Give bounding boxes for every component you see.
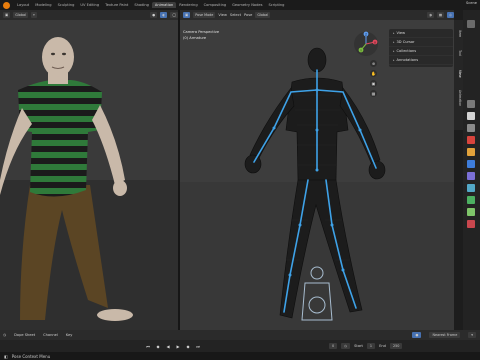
sidebar-tab-tool[interactable]: Tool bbox=[455, 50, 462, 56]
tab-sculpting[interactable]: Sculpting bbox=[55, 2, 78, 8]
textured-character-render bbox=[0, 37, 178, 330]
orientation-dropdown-right[interactable]: Global bbox=[255, 12, 271, 18]
gizmo-x-label: X bbox=[374, 40, 376, 44]
menu-select[interactable]: Select bbox=[230, 13, 241, 17]
physics-icon[interactable] bbox=[467, 160, 475, 168]
overlay-toggle-icon[interactable]: ◑ bbox=[426, 12, 434, 18]
tab-geometry-nodes[interactable]: Geometry Nodes bbox=[229, 2, 265, 8]
shading-render-button[interactable]: ◯ bbox=[170, 12, 178, 18]
properties-editor-strip bbox=[463, 10, 480, 330]
panel-collections[interactable]: ▸ Collections bbox=[389, 47, 453, 56]
expand-arrow-icon: ▸ bbox=[393, 40, 395, 44]
jump-key-back-icon[interactable]: ◆ bbox=[155, 343, 161, 349]
render-icon[interactable] bbox=[467, 100, 475, 108]
menu-dope-sheet[interactable]: Dope Sheet bbox=[14, 333, 35, 337]
left-3d-viewport[interactable] bbox=[0, 20, 178, 330]
status-bar: ◧ Pose Context Menu bbox=[0, 352, 480, 360]
sidebar-tabs: Item Tool View Animation bbox=[454, 20, 463, 130]
jump-end-icon[interactable]: ⏭ bbox=[195, 343, 201, 349]
timeline-header: ◷ Dope Sheet Channel Key ● Nearest Frame… bbox=[0, 330, 480, 340]
blender-logo-icon[interactable] bbox=[3, 1, 10, 9]
menu-key[interactable]: Key bbox=[66, 333, 73, 337]
view-layer-icon[interactable] bbox=[467, 124, 475, 132]
constraints-icon[interactable] bbox=[467, 172, 475, 180]
viewport-object-label: (0) Armature bbox=[183, 36, 207, 40]
viewport-camera-label: Camera Perspective bbox=[183, 30, 220, 34]
gizmo-z-label: Z bbox=[365, 32, 367, 36]
mouse-icon: ◧ bbox=[4, 353, 8, 359]
snap-toggle[interactable]: ⌖ bbox=[31, 12, 38, 18]
bone-icon[interactable] bbox=[467, 196, 475, 204]
editor-type-button-right[interactable]: ▣ bbox=[183, 12, 191, 18]
menu-pose[interactable]: Pose bbox=[244, 13, 252, 17]
xray-toggle-icon[interactable]: ▦ bbox=[436, 12, 445, 18]
tab-animation[interactable]: Animation bbox=[151, 2, 177, 8]
expand-arrow-icon: ▸ bbox=[393, 49, 395, 53]
end-frame-field[interactable]: 250 bbox=[389, 343, 403, 349]
end-frame-label: End bbox=[379, 344, 386, 348]
timeline-body: ⏮ ◆ ◀ ▶ ◆ ⏭ 0 ◷ Start 1 End 250 bbox=[0, 340, 480, 352]
current-frame-field[interactable]: 0 bbox=[329, 343, 338, 349]
grid-view-icon[interactable]: ▦ bbox=[370, 90, 377, 97]
left-viewport-header: ▣ Global ⌖ ● ◐ ◯ bbox=[0, 10, 178, 20]
texture-icon[interactable] bbox=[467, 220, 475, 228]
panel-annotations[interactable]: ▸ Annotations bbox=[389, 56, 453, 65]
sidebar-tab-animation[interactable]: Animation bbox=[455, 90, 462, 106]
bone-constraint-icon[interactable] bbox=[467, 208, 475, 216]
jump-key-forward-icon[interactable]: ◆ bbox=[185, 343, 191, 349]
camera-view-icon[interactable]: ▣ bbox=[370, 80, 377, 87]
right-viewport-header: ▣ Pose Mode View Select Pose Global ◑ ▦ … bbox=[180, 10, 454, 20]
shading-solid-button[interactable]: ● bbox=[150, 12, 158, 18]
object-icon[interactable] bbox=[467, 148, 475, 156]
transform-orientation-dropdown[interactable]: Global bbox=[13, 12, 29, 18]
jump-start-icon[interactable]: ⏮ bbox=[145, 343, 151, 349]
view-navigation-buttons: ⊕ ✋ ▣ ▦ bbox=[370, 60, 377, 97]
expand-arrow-icon: ▸ bbox=[393, 58, 395, 62]
tab-rendering[interactable]: Rendering bbox=[176, 2, 200, 8]
interaction-mode-dropdown[interactable]: Pose Mode bbox=[193, 12, 216, 18]
tab-uv-editing[interactable]: UV Editing bbox=[77, 2, 102, 8]
timer-icon[interactable]: ◷ bbox=[341, 343, 351, 349]
tab-layout[interactable]: Layout bbox=[14, 2, 32, 8]
menu-view[interactable]: View bbox=[218, 13, 227, 17]
keying-dropdown[interactable]: Nearest Frame bbox=[429, 332, 461, 338]
tab-scripting[interactable]: Scripting bbox=[265, 2, 287, 8]
tab-compositing[interactable]: Compositing bbox=[201, 2, 230, 8]
auto-keying-toggle[interactable]: ● bbox=[412, 332, 422, 338]
menu-channel[interactable]: Channel bbox=[43, 333, 58, 337]
scene-selector[interactable]: Scene bbox=[466, 1, 477, 5]
sidebar-tab-item[interactable]: Item bbox=[455, 30, 462, 37]
start-frame-label: Start bbox=[354, 344, 363, 348]
navigation-gizmo[interactable]: Z X Y bbox=[352, 30, 380, 58]
pan-hand-icon[interactable]: ✋ bbox=[370, 70, 377, 77]
shading-wire-button[interactable]: ◎ bbox=[447, 12, 454, 18]
gizmo-y-label: Y bbox=[360, 48, 362, 52]
object-data-icon[interactable] bbox=[467, 184, 475, 192]
zoom-icon[interactable]: ⊕ bbox=[370, 60, 377, 67]
sidebar-view-panel: ▸ View ▸ 3D Cursor ▸ Collections ▸ Annotatio… bbox=[389, 29, 453, 67]
filter-icon[interactable]: ▾ bbox=[468, 332, 476, 338]
expand-arrow-icon: ▸ bbox=[393, 31, 395, 35]
output-icon[interactable] bbox=[467, 112, 475, 120]
editor-type-button[interactable]: ▣ bbox=[3, 12, 11, 18]
timeline-editor-icon[interactable]: ◷ bbox=[3, 333, 6, 337]
tool-settings-icon[interactable] bbox=[467, 20, 475, 28]
tab-shading[interactable]: Shading bbox=[131, 2, 152, 8]
panel-3d-cursor[interactable]: ▸ 3D Cursor bbox=[389, 38, 453, 47]
shading-material-button[interactable]: ◐ bbox=[160, 12, 168, 18]
play-reverse-icon[interactable]: ◀ bbox=[165, 343, 171, 349]
panel-view[interactable]: ▸ View bbox=[389, 29, 453, 38]
tab-texture-paint[interactable]: Texture Paint bbox=[102, 2, 131, 8]
status-hint: Pose Context Menu bbox=[11, 353, 51, 359]
sidebar-tab-view[interactable]: View bbox=[455, 70, 462, 78]
start-frame-field[interactable]: 1 bbox=[366, 343, 376, 349]
play-icon[interactable]: ▶ bbox=[175, 343, 181, 349]
top-menu-bar: Layout Modeling Sculpting UV Editing Tex… bbox=[0, 0, 480, 10]
tab-modeling[interactable]: Modeling bbox=[32, 2, 54, 8]
scene-icon[interactable] bbox=[467, 136, 475, 144]
